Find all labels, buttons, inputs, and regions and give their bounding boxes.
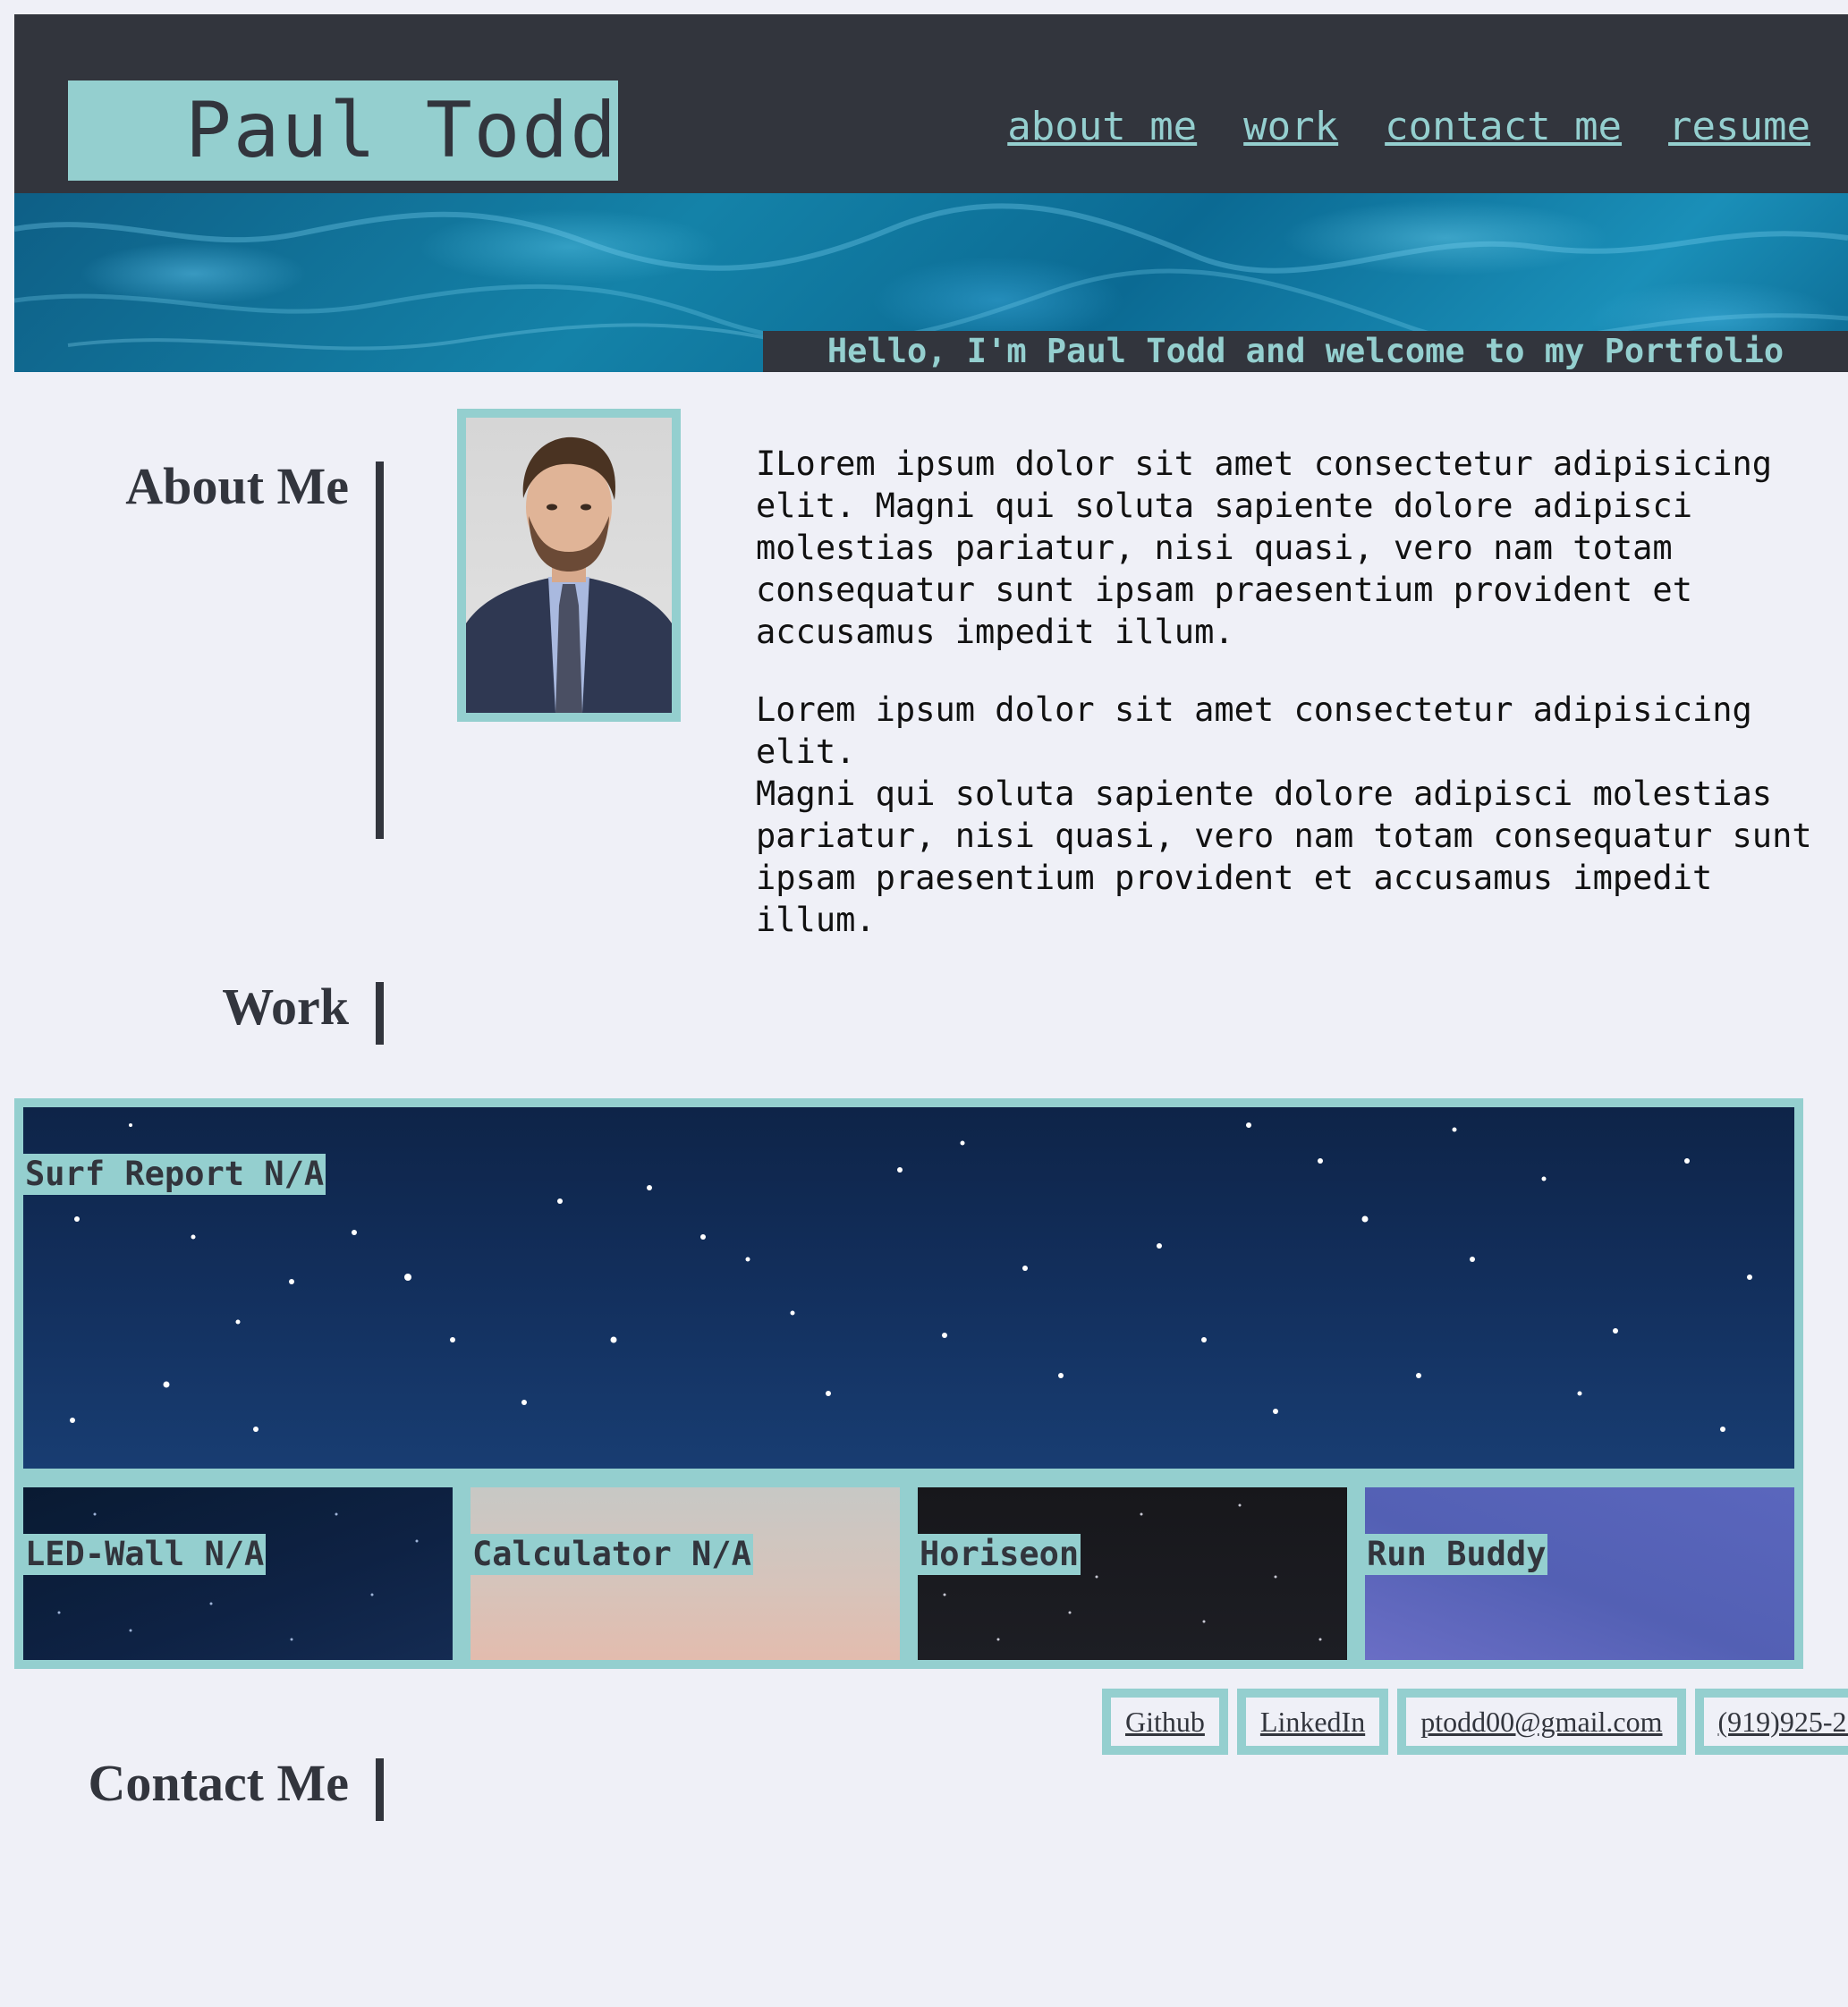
about-heading: About Me	[125, 457, 349, 515]
nav-link-contact-me[interactable]: contact me	[1385, 104, 1622, 149]
contact-heading: Contact Me	[88, 1754, 349, 1812]
profile-photo-frame	[457, 409, 681, 722]
project-label[interactable]: LED-Wall N/A	[23, 1534, 267, 1575]
nav-link-work[interactable]: work	[1243, 104, 1338, 149]
hero-caption: Hello, I'm Paul Todd and welcome to my P…	[763, 331, 1848, 372]
project-card-run-buddy[interactable]: Run Buddy	[1365, 1487, 1794, 1660]
about-divider	[376, 462, 384, 839]
profile-photo	[466, 418, 672, 713]
project-card-calculator[interactable]: Calculator N/A	[470, 1487, 900, 1660]
project-card-horiseon[interactable]: Horiseon	[918, 1487, 1347, 1660]
person-portrait-icon	[466, 436, 672, 713]
work-divider	[376, 982, 384, 1045]
about-text: ILorem ipsum dolor sit amet consectetur …	[756, 443, 1848, 977]
about-paragraph: ILorem ipsum dolor sit amet consectetur …	[756, 445, 1773, 651]
main-nav: about me work contact me resume	[1007, 104, 1810, 149]
email-link[interactable]: ptodd00@gmail.com	[1397, 1689, 1686, 1755]
project-card-led-wall[interactable]: LED-Wall N/A	[23, 1487, 453, 1660]
project-label[interactable]: Run Buddy	[1365, 1534, 1548, 1575]
work-gallery: Surf Report N/A LED-Wall N/A Calculator …	[14, 1098, 1803, 1669]
phone-link[interactable]: (919)925-2564	[1694, 1689, 1848, 1755]
github-link[interactable]: Github	[1102, 1689, 1228, 1755]
project-label[interactable]: Surf Report N/A	[23, 1154, 326, 1195]
contact-links: Github LinkedIn ptodd00@gmail.com (919)9…	[1102, 1689, 1848, 1755]
linkedin-link[interactable]: LinkedIn	[1236, 1689, 1389, 1755]
nav-link-about-me[interactable]: about me	[1007, 104, 1197, 149]
project-label[interactable]: Horiseon	[918, 1534, 1081, 1575]
project-card-surf-report[interactable]: Surf Report N/A	[23, 1107, 1794, 1469]
contact-divider	[376, 1758, 384, 1821]
portfolio-page: Paul Todd about me work contact me resum…	[0, 0, 1848, 2007]
about-paragraph: Lorem ipsum dolor sit amet consectetur a…	[756, 690, 1812, 939]
project-label[interactable]: Calculator N/A	[470, 1534, 753, 1575]
brand-title[interactable]: Paul Todd	[68, 80, 618, 181]
nav-link-resume[interactable]: resume	[1668, 104, 1810, 149]
hero-banner: Hello, I'm Paul Todd and welcome to my P…	[14, 193, 1848, 372]
site-header: Paul Todd about me work contact me resum…	[14, 14, 1848, 193]
work-heading: Work	[222, 978, 349, 1036]
